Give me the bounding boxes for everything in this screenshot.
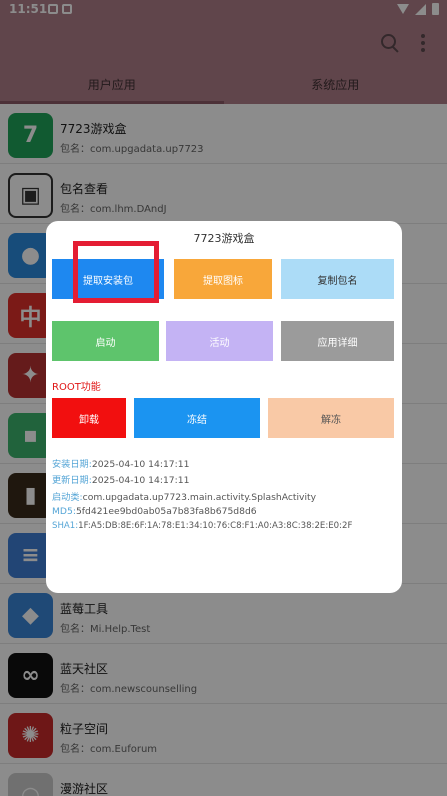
app-detail-button[interactable]: 应用详细	[281, 321, 394, 361]
freeze-button[interactable]: 冻结	[134, 398, 260, 438]
update-date-value: 2025-04-10 14:17:11	[91, 475, 190, 486]
extract-apk-button[interactable]: 提取安装包	[52, 259, 164, 299]
launch-button[interactable]: 启动	[52, 321, 159, 361]
sha1-row: SHA1:1F:A5:DB:8E:6F:1A:78:E1:34:10:76:C8…	[52, 521, 352, 531]
app-action-dialog: 7723游戏盒 提取安装包 提取图标 复制包名 启动 活动 应用详细 ROOT功…	[46, 221, 402, 593]
launch-class-value: com.upgadata.up7723.main.activity.Splash…	[82, 492, 317, 503]
install-date-row: 安装日期:2025-04-10 14:17:11	[52, 456, 189, 470]
launch-class-label: 启动类:	[52, 492, 83, 503]
copy-package-button[interactable]: 复制包名	[281, 259, 394, 299]
install-date-value: 2025-04-10 14:17:11	[91, 459, 190, 470]
md5-value: 5fd421ee9bd0ab05a7b83fa8b675d8d6	[75, 506, 257, 517]
launch-class-row: 启动类:com.upgadata.up7723.main.activity.Sp…	[52, 489, 316, 503]
update-date-label: 更新日期:	[52, 475, 92, 486]
sha1-label: SHA1:	[52, 521, 79, 531]
md5-label: MD5:	[52, 506, 76, 517]
md5-row: MD5:5fd421ee9bd0ab05a7b83fa8b675d8d6	[52, 506, 257, 517]
sha1-value: 1F:A5:DB:8E:6F:1A:78:E1:34:10:76:C8:F1:A…	[78, 521, 353, 531]
unfreeze-button[interactable]: 解冻	[268, 398, 394, 438]
extract-icon-button[interactable]: 提取图标	[174, 259, 272, 299]
update-date-row: 更新日期:2025-04-10 14:17:11	[52, 472, 189, 486]
uninstall-button[interactable]: 卸载	[52, 398, 126, 438]
dialog-title: 7723游戏盒	[193, 232, 255, 245]
install-date-label: 安装日期:	[52, 459, 92, 470]
root-section-label: ROOT功能	[52, 382, 101, 393]
activity-button[interactable]: 活动	[166, 321, 273, 361]
